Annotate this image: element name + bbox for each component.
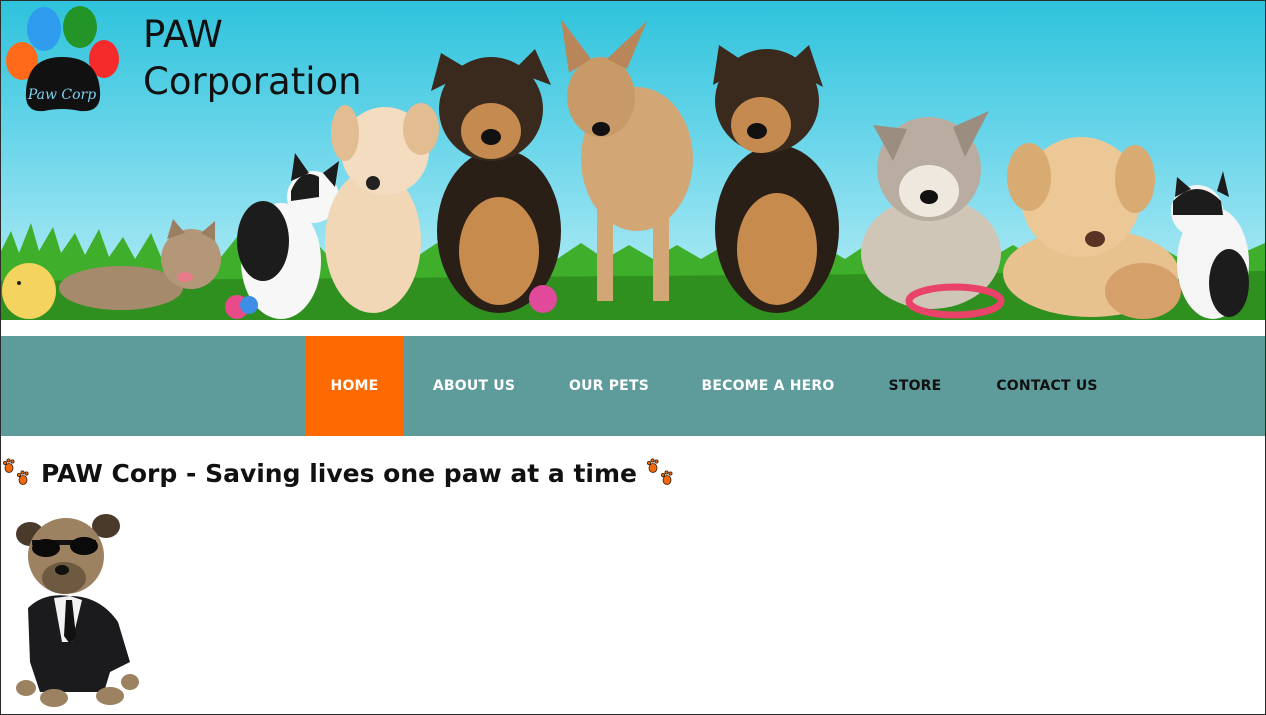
dog-in-suit-image bbox=[16, 514, 139, 707]
main-navigation: HOME ABOUT US OUR PETS BECOME A HERO STO… bbox=[1, 336, 1265, 436]
brand-title-line1: PAW bbox=[143, 13, 223, 56]
nav-home[interactable]: HOME bbox=[306, 336, 403, 436]
page-headline: PAW Corp - Saving lives one paw at a tim… bbox=[2, 456, 676, 490]
paw-prints-icon bbox=[2, 458, 29, 485]
brand-title: PAW Corporation bbox=[143, 11, 362, 105]
headline-text: PAW Corp - Saving lives one paw at a tim… bbox=[41, 458, 637, 488]
nav-store[interactable]: STORE bbox=[873, 336, 957, 436]
paw-corp-logo[interactable]: Paw Corp bbox=[4, 5, 122, 117]
nav-our-pets[interactable]: OUR PETS bbox=[553, 336, 665, 436]
nav-become-a-hero[interactable]: BECOME A HERO bbox=[689, 336, 847, 436]
nav-contact-us[interactable]: CONTACT US bbox=[981, 336, 1113, 436]
svg-text:Paw Corp: Paw Corp bbox=[27, 87, 96, 103]
header-banner: Paw Corp PAW Corporation bbox=[1, 1, 1265, 320]
nav-about-us[interactable]: ABOUT US bbox=[417, 336, 531, 436]
brand-title-line2: Corporation bbox=[143, 60, 362, 103]
paw-prints-icon bbox=[646, 458, 673, 485]
